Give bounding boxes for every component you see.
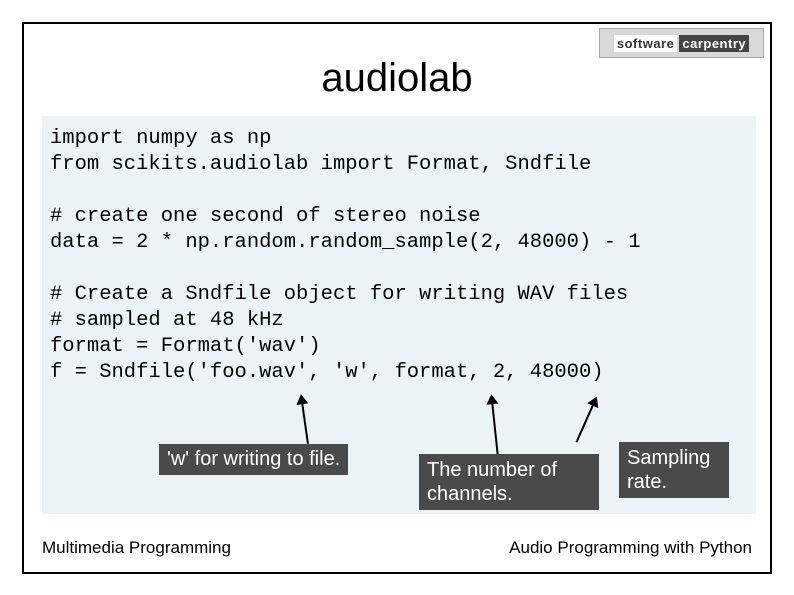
footer-right: Audio Programming with Python [509,538,752,558]
annotation-sampling: Sampling rate. [619,442,729,498]
slide-title: audiolab [24,56,770,101]
annotation-channels: The number of channels. [419,454,599,510]
software-carpentry-logo: software carpentry [599,28,764,58]
annotation-w: 'w' for writing to file. [159,444,348,475]
code-content: import numpy as np from scikits.audiolab… [50,126,748,386]
logo-right: carpentry [679,35,749,52]
footer-left: Multimedia Programming [42,538,231,558]
slide-frame: software carpentry audiolab import numpy… [22,22,772,574]
logo-left: software [614,35,677,52]
